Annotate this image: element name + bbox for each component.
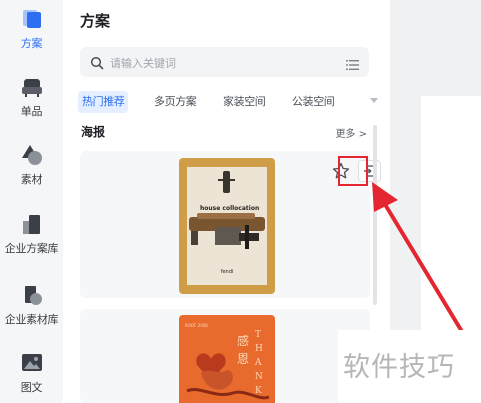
layers-icon (21, 8, 43, 30)
building-icon (21, 213, 43, 235)
sofa-icon (21, 76, 43, 98)
svg-text:N: N (255, 372, 263, 382)
category-tabs: 热门推荐 多页方案 家装空间 公装空间 (78, 91, 378, 113)
poster-heading: ROOF 2008 (185, 323, 208, 328)
search-input[interactable]: 请输入关键词 (80, 47, 369, 77)
svg-text:感: 感 (237, 333, 249, 348)
svg-text:T: T (255, 330, 261, 340)
svg-text:恩: 恩 (237, 352, 249, 366)
annotation-arrow (372, 182, 463, 332)
tab-home-space[interactable]: 家装空间 (223, 91, 266, 113)
nav-item-image-text[interactable]: 图文 (0, 352, 63, 395)
building-shapes-icon (21, 284, 43, 306)
tab-multi-page[interactable]: 多页方案 (154, 91, 197, 113)
section-title: 海报 (81, 125, 106, 139)
poster-inner: house collocation fendi (187, 167, 267, 285)
nav-item-enterprise-plans[interactable]: 企业方案库 (0, 213, 63, 256)
shapes-icon (21, 144, 43, 166)
poster-thumbnail: house collocation fendi (179, 158, 275, 294)
svg-text:K: K (255, 386, 262, 396)
nav-item-enterprise-materials[interactable]: 企业素材库 (0, 284, 63, 327)
poster-caption: fendi (220, 269, 234, 275)
left-nav-rail: 方案 单品 素材 企业方案库 企业素材库 图文 (0, 0, 63, 403)
list-filter-icon[interactable] (346, 56, 359, 70)
nav-label-enterprise-plans: 企业方案库 (4, 242, 59, 255)
nav-item-materials[interactable]: 素材 (0, 144, 63, 187)
image-icon (21, 352, 43, 374)
search-placeholder: 请输入关键词 (110, 57, 176, 70)
poster-heading: house collocation (200, 205, 260, 212)
watermark: 软件技巧 (343, 352, 455, 383)
tab-public-space[interactable]: 公装空间 (292, 91, 335, 113)
nav-label-materials: 素材 (20, 173, 43, 186)
nav-label-enterprise-materials: 企业素材库 (4, 313, 59, 326)
poster-card[interactable]: house collocation fendi (80, 151, 381, 298)
nav-label-image-text: 图文 (20, 381, 43, 394)
nav-label-plans: 方案 (20, 37, 43, 50)
chevron-down-icon[interactable] (370, 98, 378, 103)
tab-hot[interactable]: 热门推荐 (78, 91, 129, 113)
search-icon (90, 55, 104, 70)
poster-card[interactable]: 感 恩 T H A N K ROOF 2008 (80, 309, 370, 403)
nav-label-products: 单品 (20, 105, 43, 118)
nav-item-plans[interactable]: 方案 (0, 8, 63, 51)
poster-thumbnail: 感 恩 T H A N K ROOF 2008 (179, 315, 275, 403)
more-link[interactable]: 更多 > (335, 125, 367, 140)
nav-item-products[interactable]: 单品 (0, 76, 63, 119)
svg-text:H: H (255, 344, 263, 354)
svg-text:A: A (254, 358, 262, 368)
panel-title: 方案 (80, 12, 111, 30)
app-window: 方案 单品 素材 企业方案库 企业素材库 图文 方案 请输入关键词 热门推荐 多… (0, 0, 481, 403)
